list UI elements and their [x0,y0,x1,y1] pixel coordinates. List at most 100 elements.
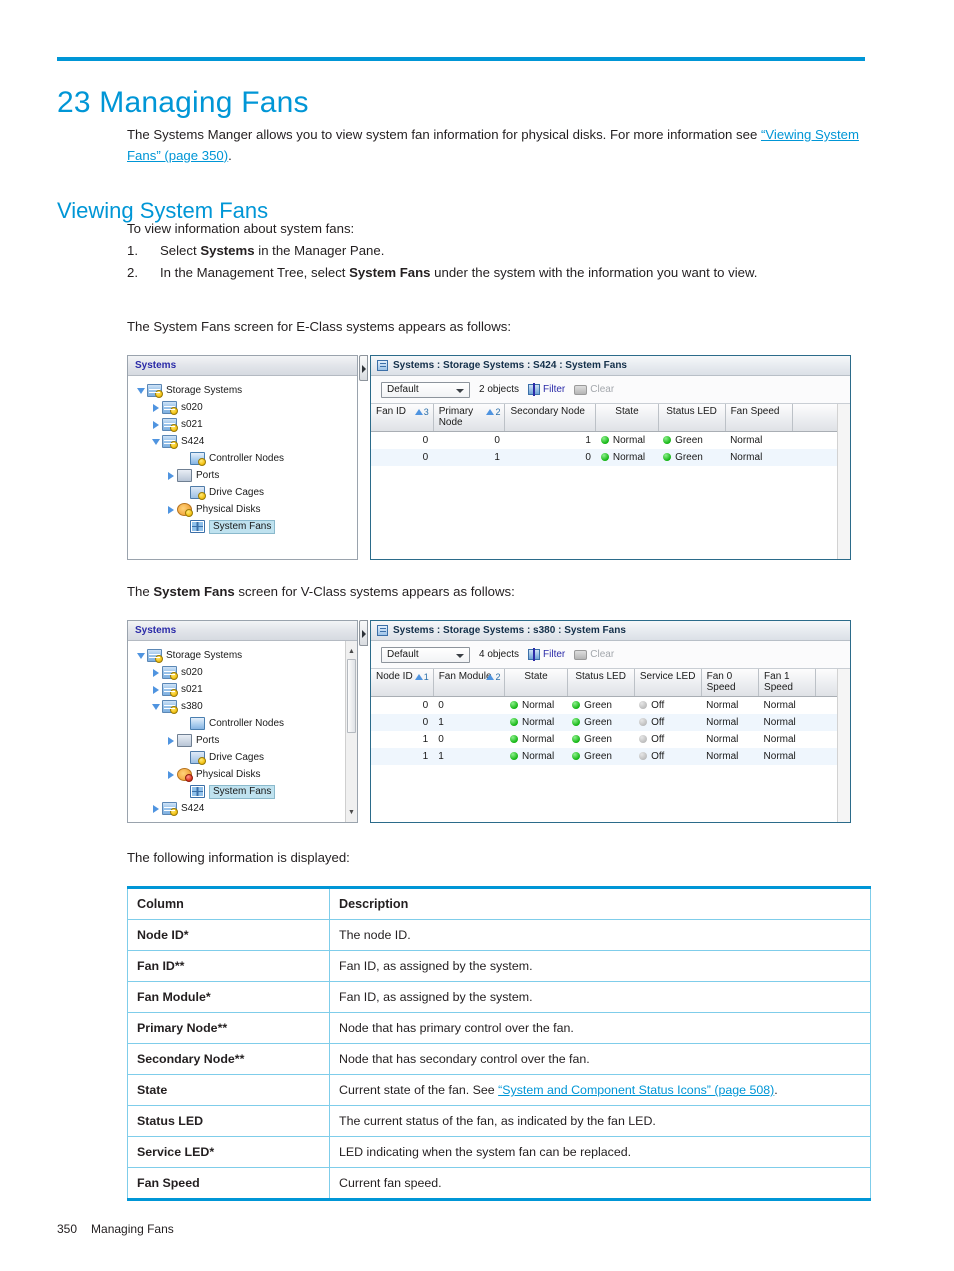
scrollbar-thumb[interactable] [347,659,356,733]
tree-vertical-scrollbar[interactable]: ▲ ▼ [345,641,357,822]
warning-badge-icon [170,407,178,415]
column-header-node-id[interactable]: Node ID 1 [371,669,434,697]
clear-button[interactable]: Clear [574,649,614,660]
panel-toolbar: Default 2 objects Filter Clear [371,376,850,404]
list-item: 2. In the Management Tree, select System … [127,262,867,283]
tree-node-label: s020 [181,402,203,413]
tree-node-ports[interactable]: Ports [128,467,357,484]
chevron-right-icon[interactable] [164,734,177,747]
fans-grid-eclass[interactable]: Fan ID 3 Primary Node 2 Secondary Node S… [371,404,850,559]
column-header-label: Fan Speed [730,406,780,417]
chevron-down-icon[interactable] [149,435,162,448]
header-description: Description [329,886,871,920]
chevron-right-icon[interactable] [149,683,162,696]
tree-node-controller-nodes[interactable]: Controller Nodes [128,715,357,732]
tree-node-s424[interactable]: S424 [128,800,357,817]
cell-state-label: Normal [612,434,646,446]
column-header-label: Fan Module [438,671,492,682]
table-row[interactable]: 1 0 Normal Green Off Normal Normal [371,731,850,748]
tree-node-s021[interactable]: s021 [128,681,357,698]
chevron-right-icon[interactable] [149,418,162,431]
server-icon [162,802,178,816]
scroll-down-arrow-icon[interactable]: ▼ [346,806,357,818]
view-select[interactable]: Default [381,646,470,663]
grid-vertical-scrollbar[interactable] [837,669,850,822]
filter-button[interactable]: Filter [528,383,565,396]
cell-status-led-label: Green [584,716,612,728]
step-text-bold: System Fans [349,265,431,280]
table-row[interactable]: 1 1 Normal Green Off Normal Normal [371,747,850,765]
cell-status-led: Green [567,731,634,748]
tree-node-drive-cages[interactable]: Drive Cages [128,749,357,766]
pane-splitter[interactable] [358,355,370,560]
cell-column-name: Fan Speed [127,1167,330,1201]
column-header-label: Status LED [666,406,717,417]
column-header-primary-node[interactable]: Primary Node 2 [433,404,506,432]
column-header-fan1-speed[interactable]: Fan 1 Speed [758,669,817,697]
cell-node-id: 1 [371,747,434,765]
tree-node-s021[interactable]: s021 [128,416,357,433]
warning-badge-icon [170,441,178,449]
column-header-fan-id[interactable]: Fan ID 3 [371,404,434,432]
chevron-right-icon[interactable] [149,666,162,679]
tree-node-drive-cages[interactable]: Drive Cages [128,484,357,501]
tree-node-controller-nodes[interactable]: Controller Nodes [128,450,357,467]
tree-node-physical-disks[interactable]: Physical Disks [128,766,357,783]
cell-service-led-label: Off [651,716,665,728]
column-header-fan0-speed[interactable]: Fan 0 Speed [701,669,760,697]
table-row[interactable]: 0 1 Normal Green Off Normal Normal [371,713,850,731]
chevron-right-icon[interactable] [164,768,177,781]
tree-node-storage-systems[interactable]: Storage Systems [128,647,357,664]
table-row[interactable]: 0 1 0 Normal Green Normal [371,448,850,466]
table-row[interactable]: 0 0 Normal Green Off Normal Normal [371,696,850,714]
column-header-status-led[interactable]: Status LED [567,669,635,697]
tree-node-label: Controller Nodes [209,718,285,729]
cell-description: The current status of the fan, as indica… [329,1105,871,1137]
view-select[interactable]: Default [381,381,470,398]
chevron-down-icon[interactable] [134,649,147,662]
tree-node-s020[interactable]: s020 [128,664,357,681]
column-header-service-led[interactable]: Service LED [634,669,702,697]
table-row[interactable]: 0 0 1 Normal Green Normal [371,431,850,449]
chevron-down-icon[interactable] [134,384,147,397]
chevron-down-icon[interactable] [149,700,162,713]
tree-node-system-fans[interactable]: System Fans [128,783,357,800]
tree-node-s424[interactable]: S424 [128,433,357,450]
breadcrumb: Systems : Storage Systems : s380 : Syste… [393,625,626,636]
table-row: State Current state of the fan. See “Sys… [127,1074,871,1106]
column-header-status-led[interactable]: Status LED [658,404,726,432]
column-header-fan-module[interactable]: Fan Module 2 [433,669,506,697]
column-header-state[interactable]: State [595,404,659,432]
scroll-up-arrow-icon[interactable]: ▲ [346,645,357,657]
column-header-secondary-node[interactable]: Secondary Node [504,404,597,432]
splitter-collapse-handle[interactable] [359,620,368,646]
filter-button[interactable]: Filter [528,648,565,661]
tree-node-s020[interactable]: s020 [128,399,357,416]
tree-node-ports[interactable]: Ports [128,732,357,749]
pane-splitter[interactable] [358,620,370,823]
sort-ascending-icon [486,674,495,680]
tree-pane-header: Systems [128,356,357,376]
column-header-state[interactable]: State [504,669,568,697]
tree-node-s380[interactable]: s380 [128,698,357,715]
footer-page-number: 350 [57,1222,78,1236]
grid-vertical-scrollbar[interactable] [837,404,850,559]
chevron-right-icon[interactable] [149,401,162,414]
spacer-icon [177,785,190,798]
status-icons-link[interactable]: “System and Component Status Icons” (pag… [498,1083,774,1097]
ports-icon [177,734,192,747]
column-header-fan-speed[interactable]: Fan Speed [725,404,793,432]
step-number: 1. [127,243,138,258]
fans-grid-vclass[interactable]: Node ID 1 Fan Module 2 State Status LED … [371,669,850,822]
chevron-right-icon[interactable] [164,503,177,516]
tree-node-system-fans[interactable]: System Fans [128,518,357,535]
status-dot-green-icon [572,717,581,726]
server-icon [162,418,178,432]
tree-node-storage-systems[interactable]: Storage Systems [128,382,357,399]
chevron-right-icon[interactable] [149,802,162,815]
splitter-collapse-handle[interactable] [359,355,368,381]
chevron-right-icon[interactable] [164,469,177,482]
tree-node-physical-disks[interactable]: Physical Disks [128,501,357,518]
clear-button[interactable]: Clear [574,384,614,395]
description-text-after: . [774,1083,778,1097]
